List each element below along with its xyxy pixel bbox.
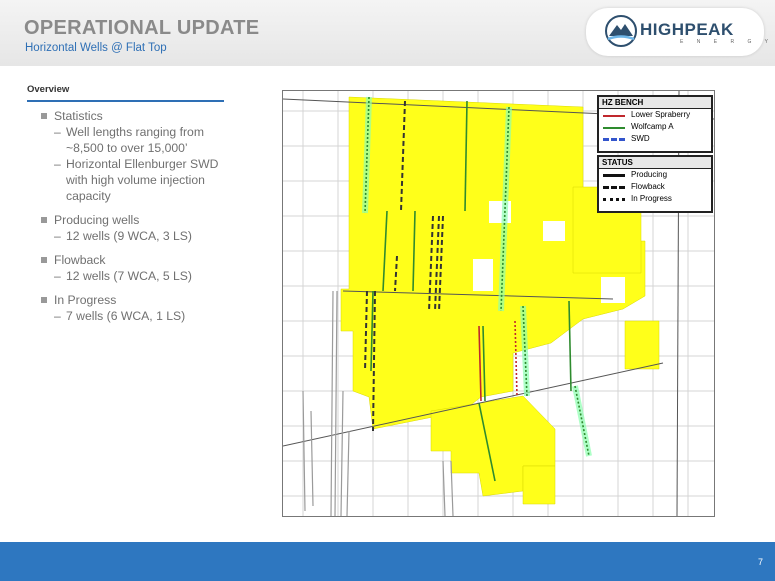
legend-row: Producing [599, 169, 711, 181]
sub-bullet: – Horizontal Ellenburger SWD [54, 157, 219, 171]
bullet-item: Flowback [40, 252, 240, 268]
footer-bar: 7 [0, 542, 775, 581]
lower-spraberry-swatch [603, 115, 625, 117]
legend-label: Flowback [631, 182, 665, 191]
page-title: OPERATIONAL UPDATE [24, 17, 260, 39]
in-progress-swatch [603, 198, 625, 201]
legend-row: Lower Spraberry [599, 109, 711, 121]
overview-heading: Overview [27, 84, 70, 95]
page-subtitle: Horizontal Wells @ Flat Top [25, 42, 167, 54]
legend-label: In Progress [631, 194, 672, 203]
logo-wordmark: HIGHPEAK [640, 20, 734, 39]
legend-row: In Progress [599, 193, 711, 205]
logo-subtext: E N E R G Y [680, 39, 774, 45]
bullet-item: In Progress [40, 292, 240, 308]
sub-bullet-cont: capacity [66, 189, 111, 203]
sub-bullet-cont: ~8,500 to over 15,000’ [66, 141, 188, 155]
mountain-logo-icon [605, 15, 637, 47]
page-number: 7 [757, 557, 763, 567]
legend-label: Wolfcamp A [631, 122, 674, 131]
legend-row: Wolfcamp A [599, 121, 711, 133]
legend-label: Producing [631, 170, 668, 179]
producing-swatch [603, 174, 625, 177]
sub-bullet-cont: with high volume injection [66, 173, 205, 187]
sub-bullet: – Well lengths ranging from [54, 125, 204, 139]
hz-bench-legend: HZ BENCH Lower Spraberry Wolfcamp A SWD [597, 95, 713, 153]
swd-swatch [603, 138, 625, 141]
sub-bullet: –7 wells (6 WCA, 1 LS) [54, 309, 186, 323]
sub-bullet: –12 wells (7 WCA, 5 LS) [54, 269, 192, 283]
legend-row: SWD [599, 133, 711, 145]
legend-row: Flowback [599, 181, 711, 193]
sub-bullet: –12 wells (9 WCA, 3 LS) [54, 229, 192, 243]
overview-bullets: Statistics – Well lengths ranging from ~8… [40, 108, 240, 324]
wolfcamp-a-swatch [603, 127, 625, 129]
acreage-map: HZ BENCH Lower Spraberry Wolfcamp A SWD … [282, 90, 715, 517]
legend-title: STATUS [599, 157, 711, 169]
bullet-item: Statistics [40, 108, 240, 124]
overview-underline [27, 100, 224, 102]
legend-title: HZ BENCH [599, 97, 711, 109]
legend-label: Lower Spraberry [631, 110, 691, 119]
status-legend: STATUS Producing Flowback In Progress [597, 155, 713, 213]
legend-label: SWD [631, 134, 650, 143]
bullet-item: Producing wells [40, 212, 240, 228]
flowback-swatch [603, 186, 625, 189]
